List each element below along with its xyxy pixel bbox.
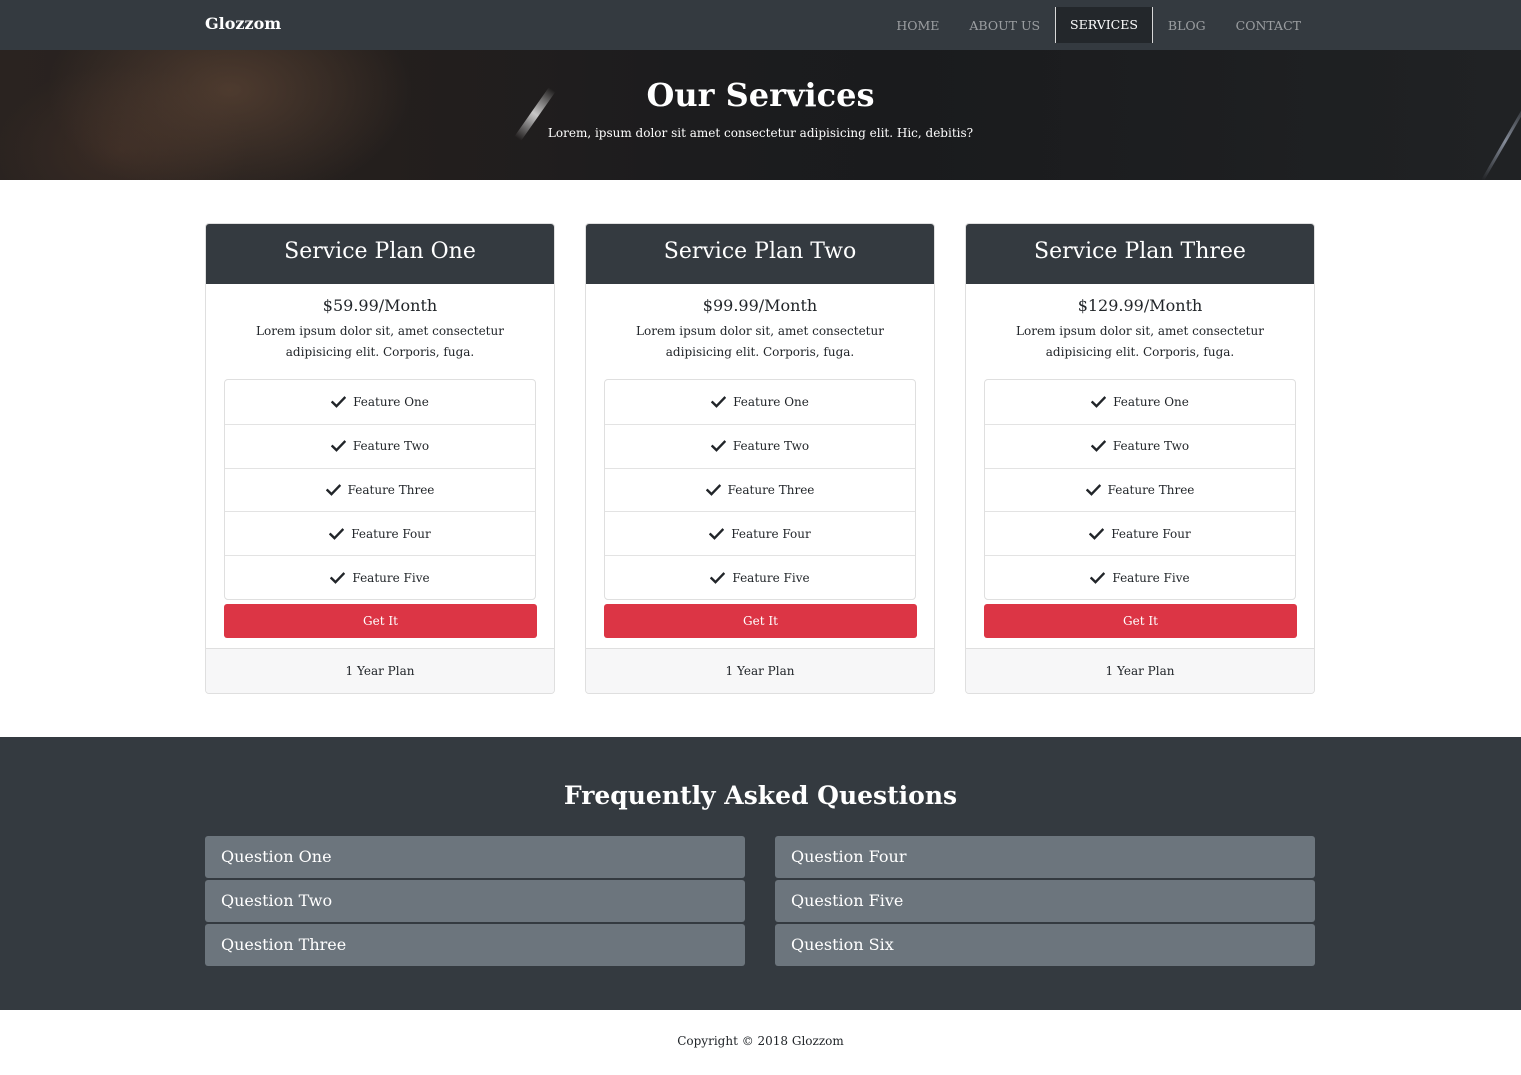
nav-item-contact[interactable]: CONTACT <box>1221 7 1316 43</box>
feature-label: Feature Three <box>347 482 435 497</box>
feature-item: Feature Five <box>225 555 535 599</box>
feature-label: Feature Four <box>351 526 431 541</box>
feature-item: Feature Two <box>605 423 915 468</box>
plan-description: Lorem ipsum dolor sit, amet consectetur … <box>636 324 884 359</box>
faq-section: Frequently Asked Questions Question One Q… <box>0 737 1521 1010</box>
nav-item-blog[interactable]: BLOG <box>1153 7 1221 43</box>
get-it-button[interactable]: Get It <box>604 604 917 638</box>
brand-logo[interactable]: Glozzom <box>205 14 281 33</box>
plan-title: Service Plan Three <box>966 224 1314 284</box>
feature-item: Feature Four <box>985 511 1295 555</box>
feature-label: Feature Three <box>1107 482 1195 497</box>
feature-label: Feature Four <box>1111 526 1191 541</box>
faq-question[interactable]: Question Six <box>775 924 1315 966</box>
plan-footer: 1 Year Plan <box>206 648 554 693</box>
plan-price: $99.99/Month <box>702 296 818 315</box>
feature-label: Feature Five <box>1112 570 1190 585</box>
check-icon <box>710 440 727 453</box>
faq-column-right: Question Four Question Five Question Six <box>775 836 1315 968</box>
nav-item-services[interactable]: SERVICES <box>1055 7 1153 43</box>
feature-list: Feature One Feature Two Feature Three Featu… <box>604 379 916 600</box>
check-icon <box>330 571 346 584</box>
feature-item: Feature Four <box>605 511 915 555</box>
plan-card: Service Plan Three $129.99/Month Lorem ips… <box>965 223 1315 694</box>
navbar: Glozzom HOME ABOUT US SERVICES BLOG CONT… <box>0 0 1521 50</box>
faq-question[interactable]: Question One <box>205 836 745 878</box>
check-icon <box>1085 484 1101 496</box>
plan-description: Lorem ipsum dolor sit, amet consectetur … <box>1016 324 1264 359</box>
feature-item: Feature Three <box>985 467 1295 512</box>
plan-card: Service Plan One $59.99/Month Lorem ipsum … <box>205 223 555 694</box>
check-icon <box>330 440 347 453</box>
faq-column-left: Question One Question Two Question Three <box>205 836 745 968</box>
page-title: Our Services <box>646 76 875 114</box>
feature-label: Feature One <box>1113 394 1189 409</box>
plan-description: Lorem ipsum dolor sit, amet consectetur … <box>256 324 504 359</box>
nav-item-about-us[interactable]: ABOUT US <box>954 7 1055 43</box>
feature-item: Feature Three <box>225 467 535 512</box>
plan-footer: 1 Year Plan <box>586 648 934 693</box>
page-subtitle: Lorem, ipsum dolor sit amet consectetur … <box>547 126 974 140</box>
feature-item: Feature Two <box>985 423 1295 468</box>
check-icon <box>710 396 727 408</box>
plan-footer: 1 Year Plan <box>966 648 1314 693</box>
feature-item: Feature One <box>605 380 915 424</box>
get-it-button[interactable]: Get It <box>224 604 537 638</box>
check-icon <box>325 484 341 496</box>
feature-item: Feature One <box>225 380 535 424</box>
plan-title: Service Plan One <box>206 224 554 284</box>
faq-question[interactable]: Question Three <box>205 924 745 966</box>
feature-label: Feature Two <box>1112 439 1190 454</box>
nav-menu: HOME ABOUT US SERVICES BLOG CONTACT <box>881 7 1316 43</box>
feature-item: Feature Five <box>985 555 1295 599</box>
check-icon <box>1089 527 1105 540</box>
feature-item: Feature Two <box>225 423 535 468</box>
feature-item: Feature One <box>985 380 1295 424</box>
pricing-plans: Service Plan One $59.99/Month Lorem ipsum … <box>205 223 1315 694</box>
plan-price: $129.99/Month <box>1077 296 1203 315</box>
feature-label: Feature One <box>353 394 429 409</box>
feature-item: Feature Four <box>225 511 535 555</box>
plan-price: $59.99/Month <box>322 296 438 315</box>
faq-title: Frequently Asked Questions <box>563 781 958 810</box>
check-icon <box>709 527 725 540</box>
check-icon <box>1090 571 1106 584</box>
feature-label: Feature Five <box>732 570 810 585</box>
feature-item: Feature Three <box>605 467 915 512</box>
faq-question[interactable]: Question Four <box>775 836 1315 878</box>
plan-title: Service Plan Two <box>586 224 934 284</box>
check-icon <box>1090 440 1107 453</box>
feature-label: Feature Two <box>732 439 810 454</box>
feature-label: Feature One <box>733 394 809 409</box>
feature-item: Feature Five <box>605 555 915 599</box>
check-icon <box>710 571 726 584</box>
feature-list: Feature One Feature Two Feature Three Featu… <box>224 379 536 600</box>
faq-question[interactable]: Question Five <box>775 880 1315 922</box>
check-icon <box>705 484 721 496</box>
hero-banner: Our Services Lorem, ipsum dolor sit amet… <box>0 50 1521 180</box>
feature-label: Feature Five <box>352 570 430 585</box>
check-icon <box>329 527 345 540</box>
nav-item-home[interactable]: HOME <box>881 7 954 43</box>
copyright-text: Copyright © 2018 Glozzom <box>677 1034 844 1048</box>
check-icon <box>1090 396 1107 408</box>
feature-list: Feature One Feature Two Feature Three Featu… <box>984 379 1296 600</box>
plan-card: Service Plan Two $99.99/Month Lorem ipsum … <box>585 223 935 694</box>
check-icon <box>330 396 347 408</box>
get-it-button[interactable]: Get It <box>984 604 1297 638</box>
feature-label: Feature Four <box>731 526 811 541</box>
feature-label: Feature Three <box>727 482 815 497</box>
faq-question[interactable]: Question Two <box>205 880 745 922</box>
feature-label: Feature Two <box>352 439 430 454</box>
